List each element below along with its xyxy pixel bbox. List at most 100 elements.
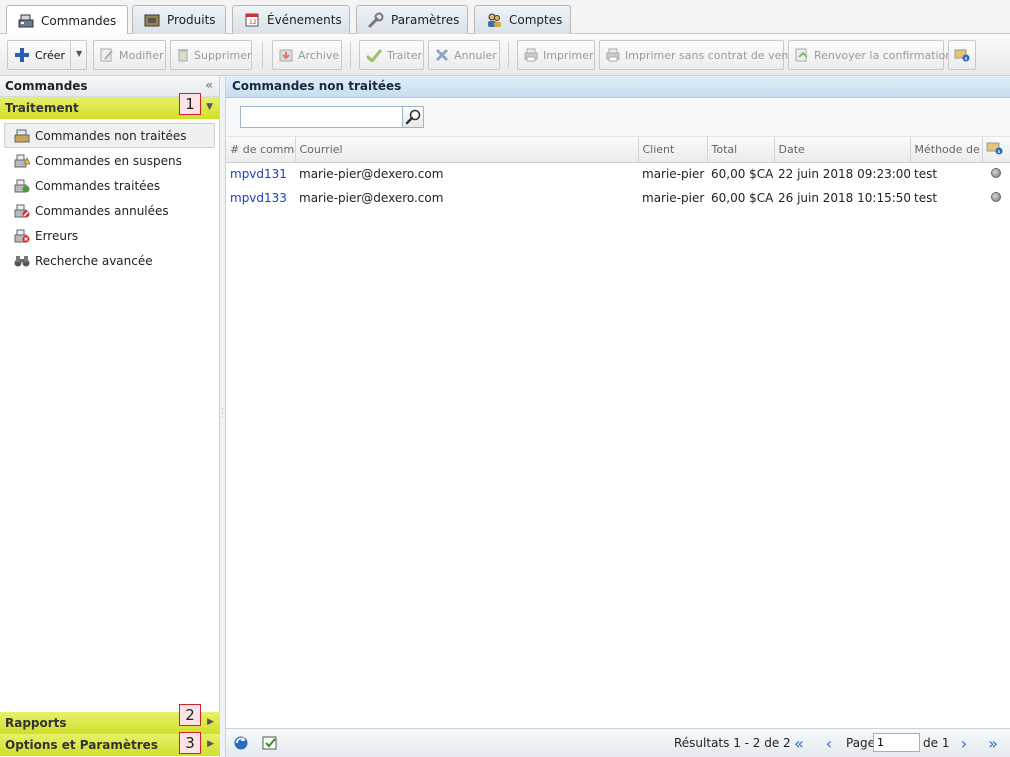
archive-icon [279, 47, 293, 63]
main-title: Commandes non traitées [226, 76, 1010, 98]
column-header-info[interactable] [982, 137, 1010, 163]
column-header-total[interactable]: Total [707, 137, 775, 163]
search-bar [226, 98, 1010, 137]
process-button[interactable]: Traiter [359, 40, 424, 70]
accordion-label: Rapports [5, 716, 67, 730]
box-icon [143, 12, 161, 28]
print-no-contract-button[interactable]: Imprimer sans contrat de vente [599, 40, 799, 70]
create-button[interactable]: Créer ▼ [7, 40, 87, 70]
tab-bar: Commandes Produits 12 Événements Paramèt… [0, 0, 1010, 35]
sidebar-item-label: Commandes non traitées [35, 128, 187, 143]
page-number-input[interactable] [873, 733, 920, 752]
binoculars-icon [13, 253, 31, 269]
sidebar-item-label: Recherche avancée [35, 253, 153, 268]
archive-button[interactable]: Archive [272, 40, 342, 70]
sidebar-item-processed[interactable]: Commandes traitées [4, 173, 215, 198]
edit-button[interactable]: Modifier [93, 40, 166, 70]
annotation-badge: 2 [179, 704, 201, 726]
accordion-label: Options et Paramètres [5, 738, 158, 752]
sidebar-item-advanced-search[interactable]: Recherche avancée [4, 248, 215, 273]
accordion-label: Traitement [5, 101, 79, 115]
print-label: Imprimer [543, 48, 594, 62]
column-header-method[interactable]: Méthode de [910, 137, 983, 163]
info-button[interactable] [948, 40, 976, 70]
archive-label: Archive [298, 48, 340, 62]
orders-cancelled-icon [13, 203, 31, 219]
search-button[interactable] [402, 106, 424, 128]
tab-comptes[interactable]: Comptes [474, 5, 571, 34]
order-id-link[interactable]: mpvd131 [226, 162, 295, 186]
table-header: # de comma Courriel Client Total Date Mé… [226, 137, 1010, 163]
tab-parametres[interactable]: Paramètres [356, 5, 468, 34]
first-page-icon[interactable]: « [790, 734, 808, 753]
page-label: Page [846, 736, 876, 750]
accordion-options[interactable]: Options et Paramètres ▶ 3 [0, 732, 220, 756]
order-email: marie-pier@dexero.com [299, 167, 444, 182]
left-panel: Commandes « Traitement ▼ 1 Commandes non… [0, 76, 220, 757]
plus-icon [14, 47, 30, 63]
delete-label: Supprimer [194, 48, 252, 62]
tab-commandes[interactable]: Commandes [6, 5, 128, 35]
tab-evenements[interactable]: 12 Événements [232, 5, 350, 34]
order-client: marie-pier [642, 191, 705, 205]
next-page-icon[interactable]: › [955, 734, 973, 753]
orders-table: # de comma Courriel Client Total Date Mé… [226, 137, 1010, 210]
cancel-order-button[interactable]: Annuler [428, 40, 500, 70]
sidebar-item-errors[interactable]: Erreurs [4, 223, 215, 248]
chevron-right-icon: ▶ [207, 739, 214, 749]
order-total: 60,00 $CA [711, 167, 774, 182]
dropdown-arrow-icon[interactable]: ▼ [76, 49, 82, 58]
calendar-icon: 12 [243, 12, 261, 28]
accordion-rapports-wrap: Rapports ▶ 2 [0, 704, 220, 734]
order-date: 26 juin 2018 10:15:50 [778, 191, 910, 205]
table-row[interactable]: mpvd131 marie-pier@dexero.com marie-pier… [226, 162, 1010, 186]
order-email: marie-pier@dexero.com [299, 191, 444, 205]
sidebar-item-label: Commandes annulées [35, 203, 169, 218]
column-header-date[interactable]: Date [774, 137, 911, 163]
tab-produits[interactable]: Produits [132, 5, 226, 34]
annotation-badge: 3 [179, 732, 201, 754]
resend-icon [795, 47, 809, 63]
status-cell [982, 186, 1010, 210]
select-all-icon[interactable] [261, 734, 279, 752]
panel-title: Commandes [5, 79, 88, 93]
print-no-contract-label: Imprimer sans contrat de vente [625, 48, 800, 62]
sidebar-item-cancelled[interactable]: Commandes annulées [4, 198, 215, 223]
accordion-traitement[interactable]: Traitement ▼ 1 [0, 93, 219, 119]
sidebar-nav: Commandes non traitées Commandes en susp… [0, 119, 219, 277]
users-icon [485, 12, 503, 28]
toolbar: Créer ▼ Modifier Supprimer Archive Trait… [0, 34, 1010, 76]
results-count: Résultats 1 - 2 de 2 [674, 736, 791, 750]
status-dot-icon [991, 168, 1001, 179]
pagination-bar: Résultats 1 - 2 de 2 « ‹ Page de 1 › » [226, 728, 1010, 757]
errors-icon [13, 228, 31, 244]
sidebar-item-on-hold[interactable]: Commandes en suspens [4, 148, 215, 173]
tab-label: Produits [167, 13, 216, 27]
print-button[interactable]: Imprimer [517, 40, 595, 70]
table-row[interactable]: mpvd133 marie-pier@dexero.com marie-pier… [226, 186, 1010, 210]
trash-icon [177, 47, 189, 63]
status-cell [982, 162, 1010, 186]
info-card-icon [986, 142, 1002, 155]
sidebar-item-unprocessed[interactable]: Commandes non traitées [4, 123, 215, 148]
collapse-left-icon[interactable]: « [205, 78, 213, 92]
order-method: test [914, 167, 938, 182]
orders-done-icon [13, 178, 31, 194]
last-page-icon[interactable]: » [984, 734, 1002, 753]
edit-icon [100, 47, 114, 63]
chevron-down-icon: ▼ [206, 102, 213, 112]
order-date: 22 juin 2018 09:23:00 [778, 167, 910, 182]
resend-confirmation-button[interactable]: Renvoyer la confirmation [788, 40, 952, 70]
previous-page-icon[interactable]: ‹ [820, 734, 838, 753]
refresh-icon[interactable] [232, 734, 250, 752]
column-header-email[interactable]: Courriel [295, 137, 639, 163]
column-header-order-number[interactable]: # de comma [226, 137, 296, 163]
order-id-link[interactable]: mpvd133 [226, 186, 295, 210]
search-input[interactable] [240, 106, 404, 128]
chevron-right-icon: ▶ [207, 717, 214, 727]
column-header-client[interactable]: Client [638, 137, 708, 163]
delete-button[interactable]: Supprimer [170, 40, 252, 70]
accordion-rapports[interactable]: Rapports ▶ 2 [0, 704, 220, 734]
tab-label: Commandes [41, 13, 117, 28]
page-total: de 1 [923, 736, 950, 750]
